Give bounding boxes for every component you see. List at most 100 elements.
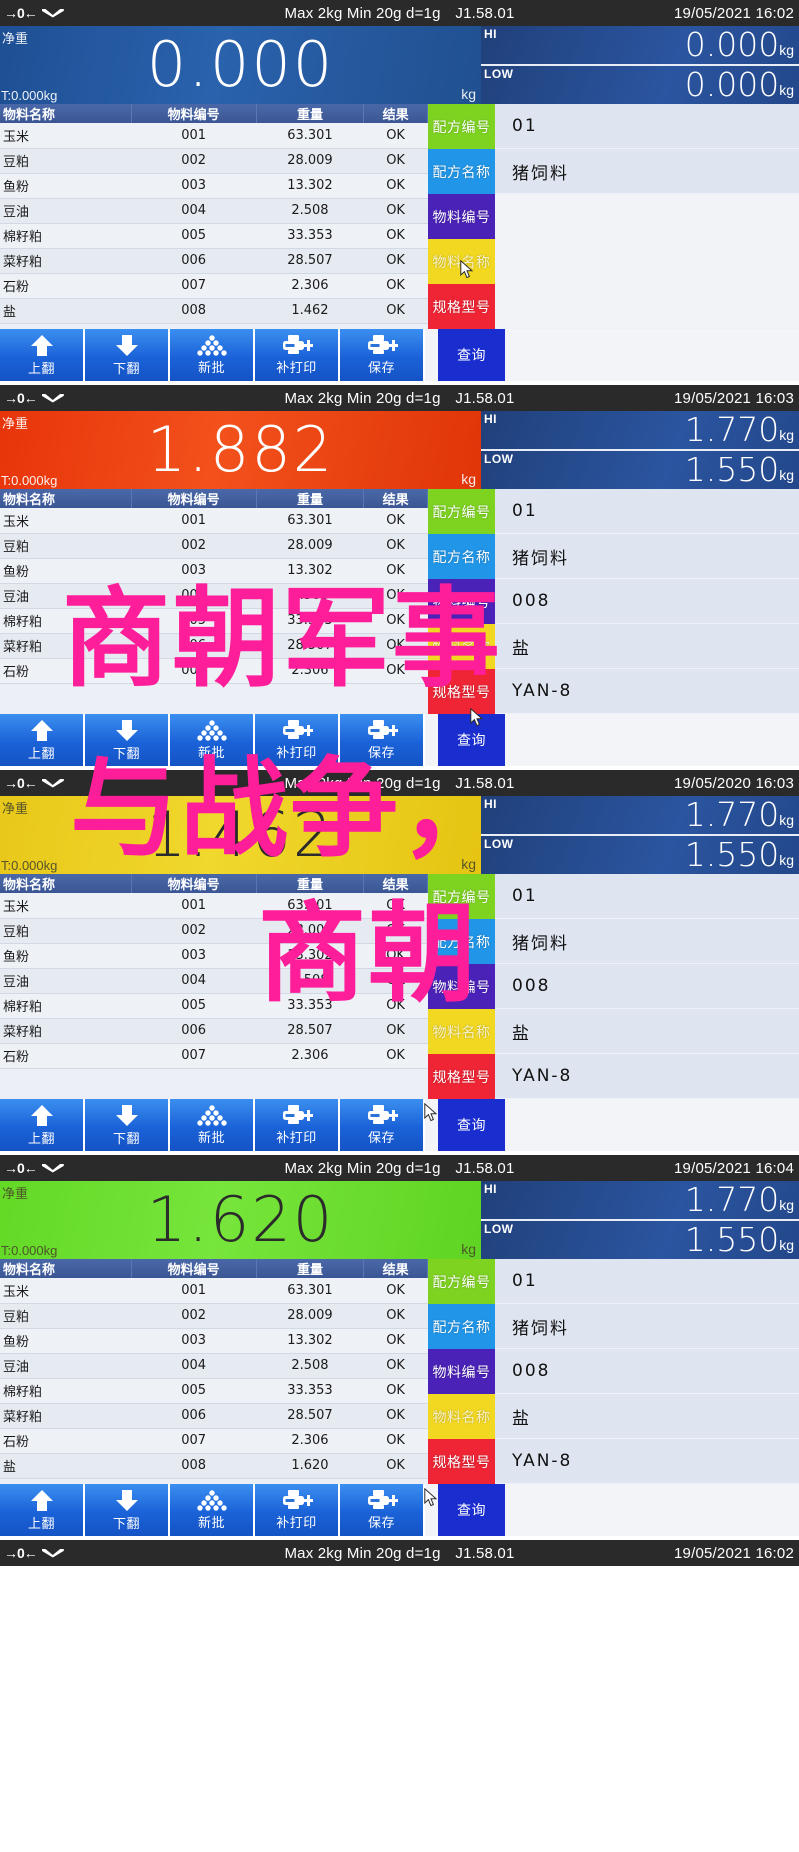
field-value-1[interactable]: 01 bbox=[495, 104, 799, 149]
field-value-1[interactable]: 01 bbox=[495, 874, 799, 919]
table-cell: 13.302 bbox=[256, 1328, 364, 1354]
form-row[interactable]: 规格型号 bbox=[428, 284, 799, 329]
query-button[interactable]: 查询 bbox=[438, 1099, 505, 1151]
save-print-icon bbox=[366, 1489, 398, 1511]
toolbar-button-5[interactable]: 保存 bbox=[340, 329, 425, 381]
field-value-2[interactable]: 猪饲料 bbox=[495, 534, 799, 579]
reprint-icon bbox=[281, 1104, 313, 1126]
form-row[interactable]: 物料名称盐 bbox=[428, 1009, 799, 1054]
toolbar-button-4[interactable]: 补打印 bbox=[255, 329, 340, 381]
field-label-5[interactable]: 规格型号 bbox=[428, 284, 495, 329]
form-row[interactable]: 配方名称 猪饲料 bbox=[428, 534, 799, 579]
field-value-4[interactable]: 盐 bbox=[495, 624, 799, 669]
form-row[interactable]: 物料编号 bbox=[428, 194, 799, 239]
table-row[interactable]: 玉米 001 63.301 OK bbox=[0, 1278, 428, 1304]
table-row[interactable]: 菜籽粕 006 28.507 OK bbox=[0, 1403, 428, 1429]
field-label-3[interactable]: 物料编号 bbox=[428, 1349, 495, 1394]
field-value-3[interactable]: 008 bbox=[495, 579, 799, 624]
field-label-5[interactable]: 规格型号 bbox=[428, 1054, 495, 1099]
field-value-4[interactable]: 盐 bbox=[495, 1009, 799, 1054]
table-cell: 002 bbox=[131, 533, 257, 559]
form-row[interactable]: 配方编号 01 bbox=[428, 104, 799, 149]
field-value-5[interactable]: YAN-8 bbox=[495, 669, 799, 714]
field-label-1[interactable]: 配方编号 bbox=[428, 104, 495, 149]
table-row[interactable]: 菜籽粕 006 28.507 OK bbox=[0, 1018, 428, 1044]
table-row[interactable]: 菜籽粕 006 28.507 OK bbox=[0, 248, 428, 274]
field-value-2[interactable]: 猪饲料 bbox=[495, 149, 799, 194]
field-label-2[interactable]: 配方名称 bbox=[428, 149, 495, 194]
table-row[interactable]: 石粉 007 2.306 OK bbox=[0, 1043, 428, 1069]
toolbar-button-1[interactable]: 上翻 bbox=[0, 1484, 85, 1536]
toolbar-button-3[interactable]: 新批 bbox=[170, 1484, 255, 1536]
table-row[interactable]: 棉籽粕 005 33.353 OK bbox=[0, 1378, 428, 1404]
toolbar-button-5[interactable]: 保存 bbox=[340, 1484, 425, 1536]
field-label-4[interactable]: 物料名称 bbox=[428, 239, 495, 284]
field-label-5[interactable]: 规格型号 bbox=[428, 1439, 495, 1484]
toolbar-button-2[interactable]: 下翻 bbox=[85, 329, 170, 381]
arrow-up-icon bbox=[30, 1489, 54, 1512]
toolbar-button-3[interactable]: 新批 bbox=[170, 329, 255, 381]
table-row[interactable]: 豆粕 002 28.009 OK bbox=[0, 148, 428, 174]
field-value-1[interactable]: 01 bbox=[495, 489, 799, 534]
table-cell: 28.009 bbox=[256, 1303, 364, 1329]
material-table-wrap[interactable]: 物料名称 物料编号 重量 结果 玉米 001 63.301 OK 豆粕 002 28.009 OK 鱼粉… bbox=[0, 1259, 428, 1484]
form-row[interactable]: 物料编号 008 bbox=[428, 1349, 799, 1394]
toolbar-button-3[interactable]: 新批 bbox=[170, 1099, 255, 1151]
form-row[interactable]: 规格型号 YAN-8 bbox=[428, 1054, 799, 1099]
table-row[interactable]: 豆粕 002 28.009 OK bbox=[0, 533, 428, 559]
field-value-4[interactable]: 盐 bbox=[495, 1394, 799, 1439]
table-row[interactable]: 盐 008 1.462 OK bbox=[0, 298, 428, 324]
toolbar-button-2[interactable]: 下翻 bbox=[85, 1484, 170, 1536]
field-value-2[interactable]: 猪饲料 bbox=[495, 919, 799, 964]
field-label-2[interactable]: 配方名称 bbox=[428, 1304, 495, 1349]
material-table-wrap[interactable]: 物料名称 物料编号 重量 结果 玉米 001 63.301 OK 豆粕 002 28.009 OK 鱼粉… bbox=[0, 104, 428, 329]
field-value-5[interactable]: YAN-8 bbox=[495, 1439, 799, 1484]
query-button[interactable]: 查询 bbox=[438, 329, 505, 381]
toolbar-button-1[interactable]: 上翻 bbox=[0, 329, 85, 381]
table-row[interactable]: 豆粕 002 28.009 OK bbox=[0, 1303, 428, 1329]
toolbar-button-5[interactable]: 保存 bbox=[340, 1099, 425, 1151]
form-row[interactable]: 配方编号 01 bbox=[428, 1259, 799, 1304]
field-value-5[interactable]: YAN-8 bbox=[495, 1054, 799, 1099]
table-row[interactable]: 玉米 001 63.301 OK bbox=[0, 508, 428, 534]
toolbar-button-1[interactable]: 上翻 bbox=[0, 1099, 85, 1151]
form-row[interactable]: 物料名称 bbox=[428, 239, 799, 284]
field-label-1[interactable]: 配方编号 bbox=[428, 489, 495, 534]
toolbar-button-4[interactable]: 补打印 bbox=[255, 1484, 340, 1536]
table-cell: OK bbox=[363, 1453, 428, 1479]
table-row[interactable]: 石粉 007 2.306 OK bbox=[0, 273, 428, 299]
field-value-5[interactable] bbox=[495, 284, 799, 329]
recipe-form: 配方编号 01 配方名称 猪饲料 物料编号 008 物料名称盐规格型号 YAN-8 bbox=[428, 874, 799, 1099]
table-row[interactable]: 豆油 004 2.508 OK bbox=[0, 1353, 428, 1379]
field-label-1[interactable]: 配方编号 bbox=[428, 1259, 495, 1304]
form-row[interactable]: 配方名称 猪饲料 bbox=[428, 1304, 799, 1349]
form-row[interactable]: 配方名称 猪饲料 bbox=[428, 149, 799, 194]
table-row[interactable]: 盐 008 1.620 OK bbox=[0, 1453, 428, 1479]
field-value-3[interactable]: 008 bbox=[495, 1349, 799, 1394]
table-row[interactable]: 鱼粉 003 13.302 OK bbox=[0, 1328, 428, 1354]
field-value-1[interactable]: 01 bbox=[495, 1259, 799, 1304]
form-row[interactable]: 物料编号 008 bbox=[428, 964, 799, 1009]
form-row[interactable]: 物料名称盐 bbox=[428, 1394, 799, 1439]
table-row[interactable]: 豆油 004 2.508 OK bbox=[0, 198, 428, 224]
field-label-2[interactable]: 配方名称 bbox=[428, 534, 495, 579]
low-limit-row: LOW 0.000 kg bbox=[481, 64, 799, 104]
field-label-4[interactable]: 物料名称 bbox=[428, 1394, 495, 1439]
field-label-3[interactable]: 物料编号 bbox=[428, 194, 495, 239]
toolbar-button-2[interactable]: 下翻 bbox=[85, 1099, 170, 1151]
table-row[interactable]: 玉米 001 63.301 OK bbox=[0, 123, 428, 149]
table-cell: 005 bbox=[131, 993, 257, 1019]
field-value-2[interactable]: 猪饲料 bbox=[495, 1304, 799, 1349]
form-row[interactable]: 配方名称 猪饲料 bbox=[428, 919, 799, 964]
field-value-3[interactable]: 008 bbox=[495, 964, 799, 1009]
field-value-4[interactable] bbox=[495, 239, 799, 284]
field-value-3[interactable] bbox=[495, 194, 799, 239]
form-row[interactable]: 配方编号 01 bbox=[428, 874, 799, 919]
query-button[interactable]: 查询 bbox=[438, 1484, 505, 1536]
toolbar-button-4[interactable]: 补打印 bbox=[255, 1099, 340, 1151]
table-row[interactable]: 石粉 007 2.306 OK bbox=[0, 1428, 428, 1454]
form-row[interactable]: 规格型号 YAN-8 bbox=[428, 1439, 799, 1484]
table-row[interactable]: 鱼粉 003 13.302 OK bbox=[0, 173, 428, 199]
form-row[interactable]: 配方编号 01 bbox=[428, 489, 799, 534]
table-row[interactable]: 棉籽粕 005 33.353 OK bbox=[0, 223, 428, 249]
